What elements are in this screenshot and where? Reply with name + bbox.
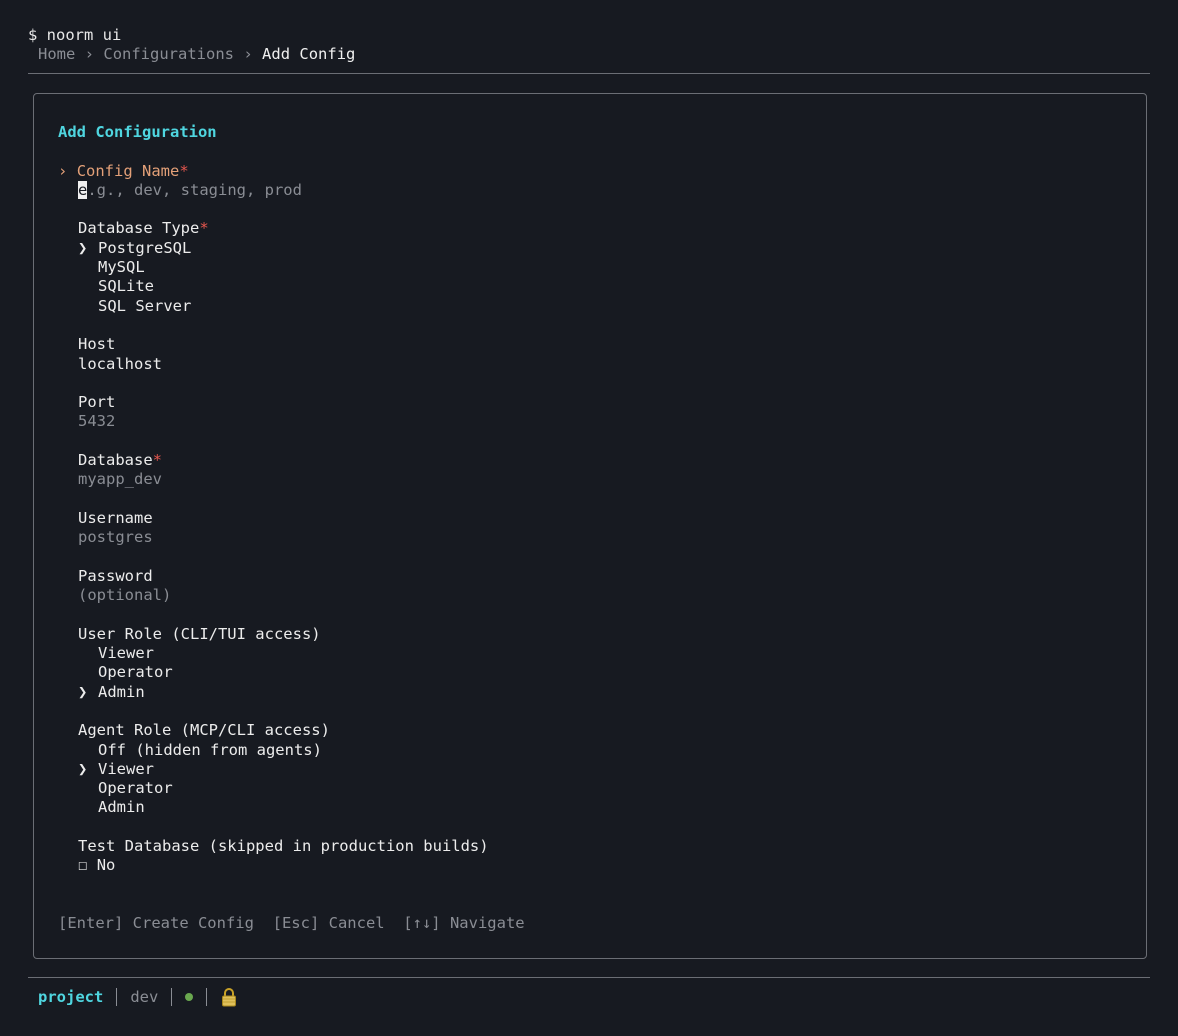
status-project: project <box>38 988 104 1006</box>
selected-chevron-icon: ❯ <box>78 759 88 778</box>
hint-esc: [Esc] Cancel <box>272 914 385 933</box>
form-title: Add Configuration <box>58 123 217 141</box>
database-label-row: Database* <box>58 451 525 470</box>
database-type-option-sqlserver[interactable]: SQL Server <box>58 297 525 316</box>
hint-navigate: [↑↓] Navigate <box>403 914 525 933</box>
status-env: dev <box>130 988 159 1006</box>
add-config-panel: Add Configuration › Config Name* e.g., d… <box>33 93 1147 959</box>
port-label: Port <box>78 393 116 412</box>
agent-role-option-admin[interactable]: Admin <box>58 798 525 817</box>
statusbar-divider <box>28 977 1150 978</box>
user-role-option-operator[interactable]: Operator <box>58 663 525 682</box>
breadcrumb: Home › Configurations › Add Config <box>38 45 355 64</box>
selected-chevron-icon: ❯ <box>78 682 88 701</box>
required-marker: * <box>199 219 209 238</box>
header-divider <box>28 73 1150 74</box>
required-marker: * <box>179 161 189 180</box>
username-input[interactable]: postgres <box>58 528 525 547</box>
active-field-marker: › <box>58 161 68 180</box>
test-database-toggle[interactable]: ☐ No <box>58 856 525 875</box>
agent-role-option-off[interactable]: Off (hidden from agents) <box>58 741 525 760</box>
config-name-label: Config Name <box>76 161 180 180</box>
status-separator <box>116 988 118 1006</box>
user-role-label: User Role (CLI/TUI access) <box>78 624 321 643</box>
database-type-label: Database Type <box>78 219 200 238</box>
user-role-option-admin[interactable]: ❯ Admin <box>58 683 525 702</box>
breadcrumb-separator: › <box>84 45 95 63</box>
status-separator <box>206 988 208 1006</box>
text-cursor: e <box>78 180 88 199</box>
database-label: Database <box>78 451 153 470</box>
keyboard-hints: [Enter] Create Config [Esc] Cancel [↑↓] … <box>58 914 525 933</box>
database-type-label-row: Database Type* <box>58 219 525 238</box>
agent-role-label: Agent Role (MCP/CLI access) <box>78 721 330 740</box>
required-marker: * <box>152 451 162 470</box>
port-input[interactable]: 5432 <box>58 412 525 431</box>
database-type-option-sqlite[interactable]: SQLite <box>58 277 525 296</box>
connection-status-dot-icon <box>185 993 194 1001</box>
lock-icon <box>220 987 238 1007</box>
config-name-placeholder: .g., dev, staging, prod <box>87 180 302 199</box>
test-database-value: No <box>96 856 116 875</box>
hint-enter: [Enter] Create Config <box>58 914 254 933</box>
host-label: Host <box>78 335 116 354</box>
breadcrumb-separator: › <box>243 45 253 63</box>
config-name-label-row: › Config Name* <box>58 162 525 181</box>
checkbox-icon: ☐ <box>78 856 88 875</box>
breadcrumb-configurations[interactable]: Configurations <box>103 45 234 63</box>
host-input[interactable]: localhost <box>58 355 525 374</box>
database-type-option-postgresql[interactable]: ❯ PostgreSQL <box>58 239 525 258</box>
password-label: Password <box>78 566 153 585</box>
database-type-option-mysql[interactable]: MySQL <box>58 258 525 277</box>
breadcrumb-home[interactable]: Home <box>38 45 75 63</box>
breadcrumb-current: Add Config <box>262 45 356 63</box>
terminal-prompt: $ noorm ui <box>28 26 122 44</box>
config-name-input[interactable]: e.g., dev, staging, prod <box>58 180 525 200</box>
test-database-label: Test Database (skipped in production bui… <box>78 836 489 855</box>
database-input[interactable]: myapp_dev <box>58 470 525 489</box>
status-separator <box>171 988 173 1006</box>
user-role-option-viewer[interactable]: Viewer <box>58 644 525 663</box>
statusbar: project dev <box>38 987 238 1007</box>
password-input[interactable]: (optional) <box>58 586 525 605</box>
agent-role-option-viewer[interactable]: ❯ Viewer <box>58 760 525 779</box>
username-label: Username <box>78 508 153 527</box>
selected-chevron-icon: ❯ <box>78 238 88 257</box>
agent-role-option-operator[interactable]: Operator <box>58 779 525 798</box>
